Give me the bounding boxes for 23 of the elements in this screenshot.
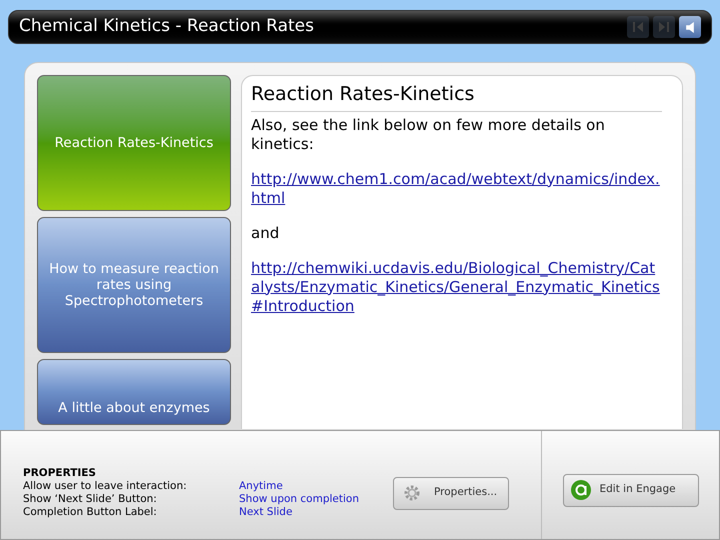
body-text: and xyxy=(251,224,280,242)
gear-icon xyxy=(402,483,422,503)
property-value: Anytime xyxy=(239,480,283,493)
body-text: Also, see the link below on few more details on kinetics: xyxy=(251,116,606,154)
content-heading: Reaction Rates-Kinetics xyxy=(251,80,662,112)
speaker-icon xyxy=(686,22,694,32)
property-label: Completion Button Label: xyxy=(23,506,158,519)
edit-in-engage-button[interactable]: Edit in Engage xyxy=(562,474,698,506)
link[interactable]: http://chemwiki.ucdavis.edu/Biological_Chemistry/Catalysts/Enzymatic_Kinetics/General_Enzymatic_Kinetics#Introduction xyxy=(251,258,662,316)
properties-button[interactable]: Properties... xyxy=(393,476,509,510)
next-slide-icon xyxy=(659,22,669,32)
slide-tab[interactable]: A little about enzymes xyxy=(37,359,231,425)
slide-tab[interactable]: How to measure reaction rates using Spectrophotometers xyxy=(37,217,231,353)
window-title: Chemical Kinetics - Reaction Rates xyxy=(19,15,315,38)
speaker-button[interactable] xyxy=(679,16,701,38)
link[interactable]: http://www.chem1.com/acad/webtext/dynamics/index.html xyxy=(251,170,662,208)
property-label: Allow user to leave interaction: xyxy=(23,480,188,493)
previous-slide-icon xyxy=(633,22,643,32)
property-label: Show ‘Next Slide’ Button: xyxy=(23,493,158,506)
property-value: Show upon completion xyxy=(239,493,359,506)
property-value: Next Slide xyxy=(239,506,292,519)
engage-logo-icon xyxy=(570,479,592,501)
properties-heading: PROPERTIES xyxy=(23,467,97,480)
